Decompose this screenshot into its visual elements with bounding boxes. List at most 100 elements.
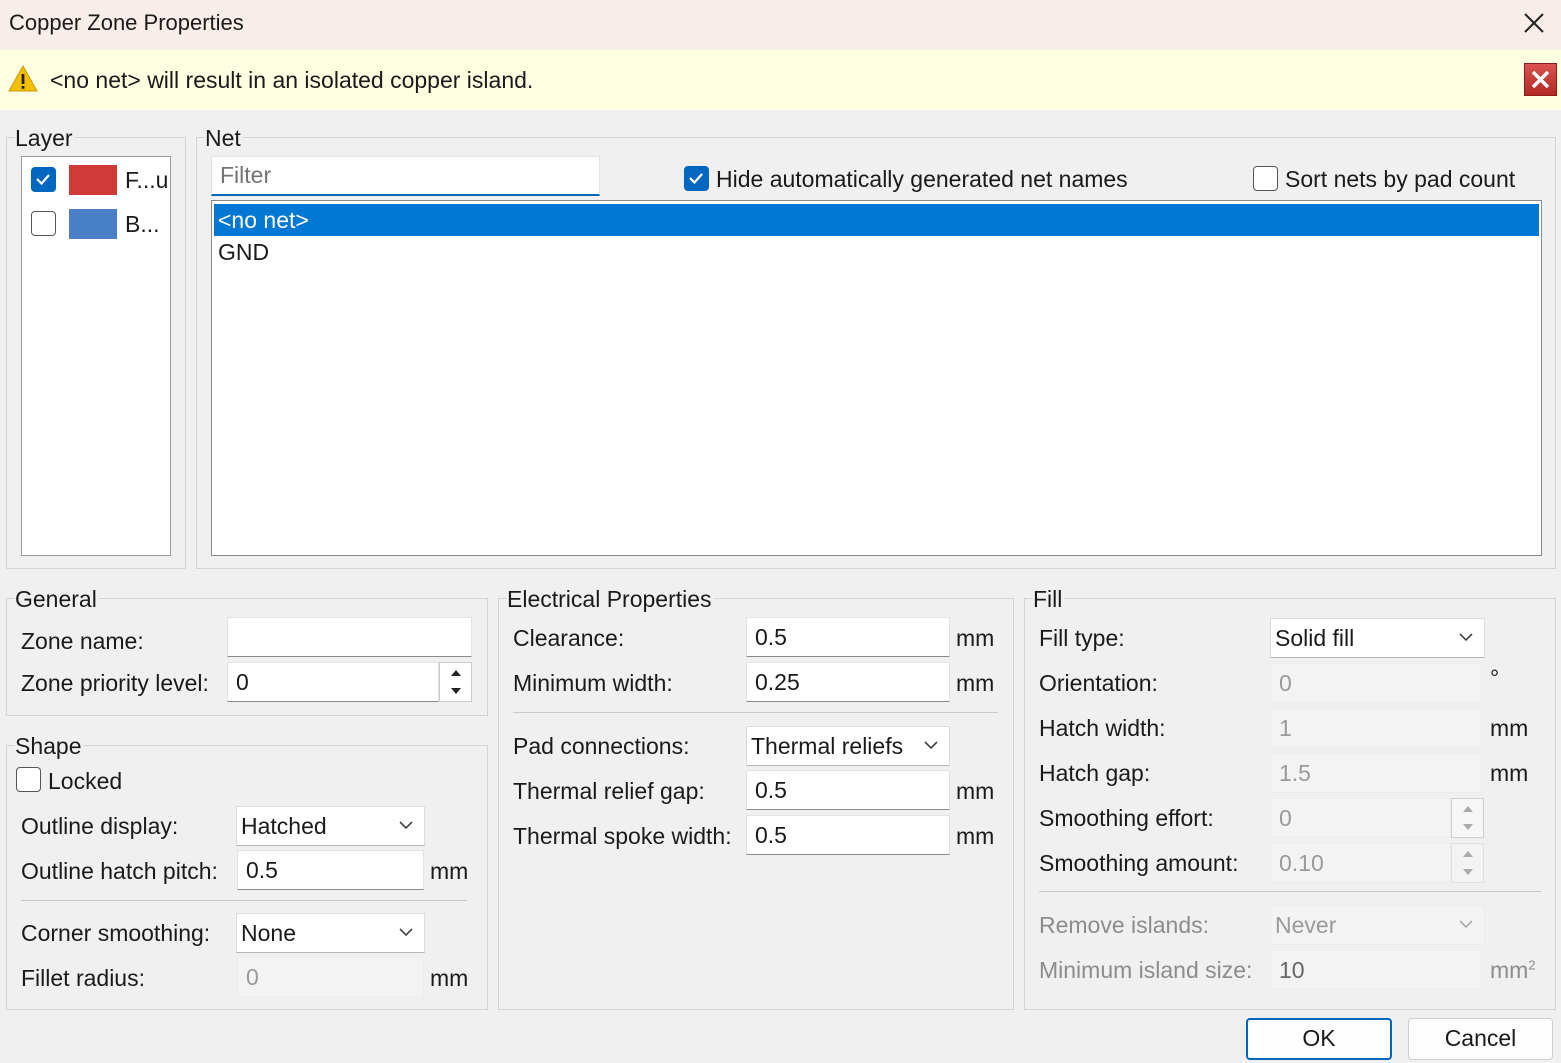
min-island-size-input: 10 [1270, 950, 1482, 990]
locked-checkbox[interactable] [16, 767, 41, 792]
fill-type-select[interactable]: Solid fill [1270, 618, 1485, 658]
checkmark-icon [36, 174, 50, 186]
orientation-unit: ° [1490, 665, 1500, 691]
chevron-down-icon [1459, 633, 1473, 642]
sort-by-pad-label[interactable]: Sort nets by pad count [1285, 166, 1515, 193]
thermal-relief-gap-label: Thermal relief gap: [513, 778, 705, 804]
min-width-label: Minimum width: [513, 670, 673, 696]
layer-group-label: Layer [15, 125, 75, 152]
zone-priority-input[interactable]: 0 [227, 662, 439, 702]
fillet-radius-label: Fillet radius: [21, 965, 145, 991]
zone-priority-spinner[interactable] [439, 662, 472, 702]
corner-smoothing-label: Corner smoothing: [21, 920, 211, 946]
outline-display-value: Hatched [241, 813, 327, 839]
clearance-unit: mm [956, 625, 995, 651]
min-island-size-label: Minimum island size: [1039, 957, 1253, 983]
pad-connections-select[interactable]: Thermal reliefs [746, 726, 950, 766]
net-list-item-no-net[interactable]: <no net> [214, 204, 1539, 236]
net-filter-input[interactable] [211, 156, 600, 196]
hatch-width-unit: mm [1490, 715, 1529, 741]
fillet-radius-input: 0 [237, 957, 424, 997]
chevron-down-icon [399, 928, 413, 937]
layer-label-back: B... [125, 211, 160, 237]
smoothing-amount-input: 0.10 [1270, 843, 1451, 883]
corner-smoothing-value: None [241, 920, 296, 946]
close-window-button[interactable] [1516, 6, 1552, 40]
locked-label[interactable]: Locked [48, 768, 122, 795]
spin-up-icon [1452, 845, 1484, 863]
spin-down-icon [1452, 818, 1484, 836]
hatch-width-label: Hatch width: [1039, 715, 1166, 741]
zone-priority-label: Zone priority level: [21, 670, 209, 696]
ok-button[interactable]: OK [1246, 1018, 1392, 1060]
min-width-unit: mm [956, 670, 995, 696]
corner-smoothing-select[interactable]: None [236, 913, 425, 953]
sort-by-pad-checkbox[interactable] [1253, 166, 1278, 191]
layer-label-front: F...u [125, 167, 169, 193]
pad-connections-label: Pad connections: [513, 733, 690, 759]
remove-islands-value: Never [1275, 912, 1337, 938]
thermal-spoke-width-label: Thermal spoke width: [513, 823, 732, 849]
smoothing-effort-spinner [1451, 798, 1484, 838]
min-width-input[interactable]: 0.25 [746, 662, 950, 702]
hatch-width-input: 1 [1270, 708, 1482, 748]
general-group-label: General [15, 586, 99, 613]
net-list-item-gnd[interactable]: GND [214, 236, 1539, 268]
hide-auto-names-label[interactable]: Hide automatically generated net names [716, 166, 1128, 193]
checkmark-icon [689, 173, 703, 185]
spin-down-icon [1452, 863, 1484, 881]
remove-islands-label: Remove islands: [1039, 912, 1210, 938]
spin-up-icon[interactable] [440, 664, 472, 682]
electrical-group-label: Electrical Properties [507, 586, 714, 613]
net-group-label: Net [205, 125, 243, 152]
min-island-size-unit-exponent: 2 [1528, 957, 1536, 973]
hatch-gap-label: Hatch gap: [1039, 760, 1151, 786]
net-list[interactable]: <no net> GND [211, 200, 1542, 556]
shape-separator [21, 900, 467, 901]
smoothing-effort-label: Smoothing effort: [1039, 805, 1214, 831]
min-island-size-unit: mm2 [1490, 957, 1536, 984]
close-icon [1531, 70, 1550, 89]
chevron-down-icon [924, 741, 938, 750]
outline-hatch-pitch-input[interactable]: 0.5 [237, 850, 424, 890]
window-title: Copper Zone Properties [9, 10, 244, 35]
fill-group-label: Fill [1033, 586, 1065, 613]
fill-type-value: Solid fill [1275, 625, 1355, 651]
layer-color-swatch-back [69, 209, 117, 239]
close-icon [1524, 13, 1544, 33]
thermal-spoke-width-unit: mm [956, 823, 995, 849]
spin-down-icon[interactable] [440, 682, 472, 700]
outline-display-label: Outline display: [21, 813, 179, 839]
smoothing-amount-spinner [1451, 843, 1484, 883]
info-message: <no net> will result in an isolated copp… [50, 67, 534, 93]
outline-hatch-pitch-label: Outline hatch pitch: [21, 858, 218, 884]
thermal-spoke-width-input[interactable]: 0.5 [746, 815, 950, 855]
layer-checkbox-back[interactable] [31, 211, 56, 236]
outline-hatch-pitch-unit: mm [430, 858, 469, 884]
smoothing-effort-input: 0 [1270, 798, 1451, 838]
hatch-gap-unit: mm [1490, 760, 1529, 786]
clearance-label: Clearance: [513, 625, 625, 651]
layer-checkbox-front[interactable] [31, 167, 56, 192]
thermal-relief-gap-unit: mm [956, 778, 995, 804]
orientation-input: 0 [1270, 663, 1482, 703]
cancel-button[interactable]: Cancel [1408, 1018, 1553, 1060]
outline-display-select[interactable]: Hatched [236, 806, 425, 846]
fillet-radius-unit: mm [430, 965, 469, 991]
pad-connections-value: Thermal reliefs [751, 733, 904, 759]
dismiss-info-button[interactable] [1524, 63, 1557, 96]
layer-color-swatch-front [69, 165, 117, 195]
spin-up-icon [1452, 800, 1484, 818]
thermal-relief-gap-input[interactable]: 0.5 [746, 770, 950, 810]
min-island-size-unit-base: mm [1490, 957, 1529, 983]
remove-islands-select: Never [1270, 905, 1485, 945]
warning-icon [8, 64, 38, 94]
shape-group-label: Shape [15, 733, 84, 760]
fill-type-label: Fill type: [1039, 625, 1125, 651]
orientation-label: Orientation: [1039, 670, 1158, 696]
fill-separator [1039, 891, 1541, 892]
hide-auto-names-checkbox[interactable] [684, 166, 709, 191]
zone-name-label: Zone name: [21, 628, 144, 654]
clearance-input[interactable]: 0.5 [746, 617, 950, 657]
zone-name-input[interactable] [227, 617, 472, 657]
